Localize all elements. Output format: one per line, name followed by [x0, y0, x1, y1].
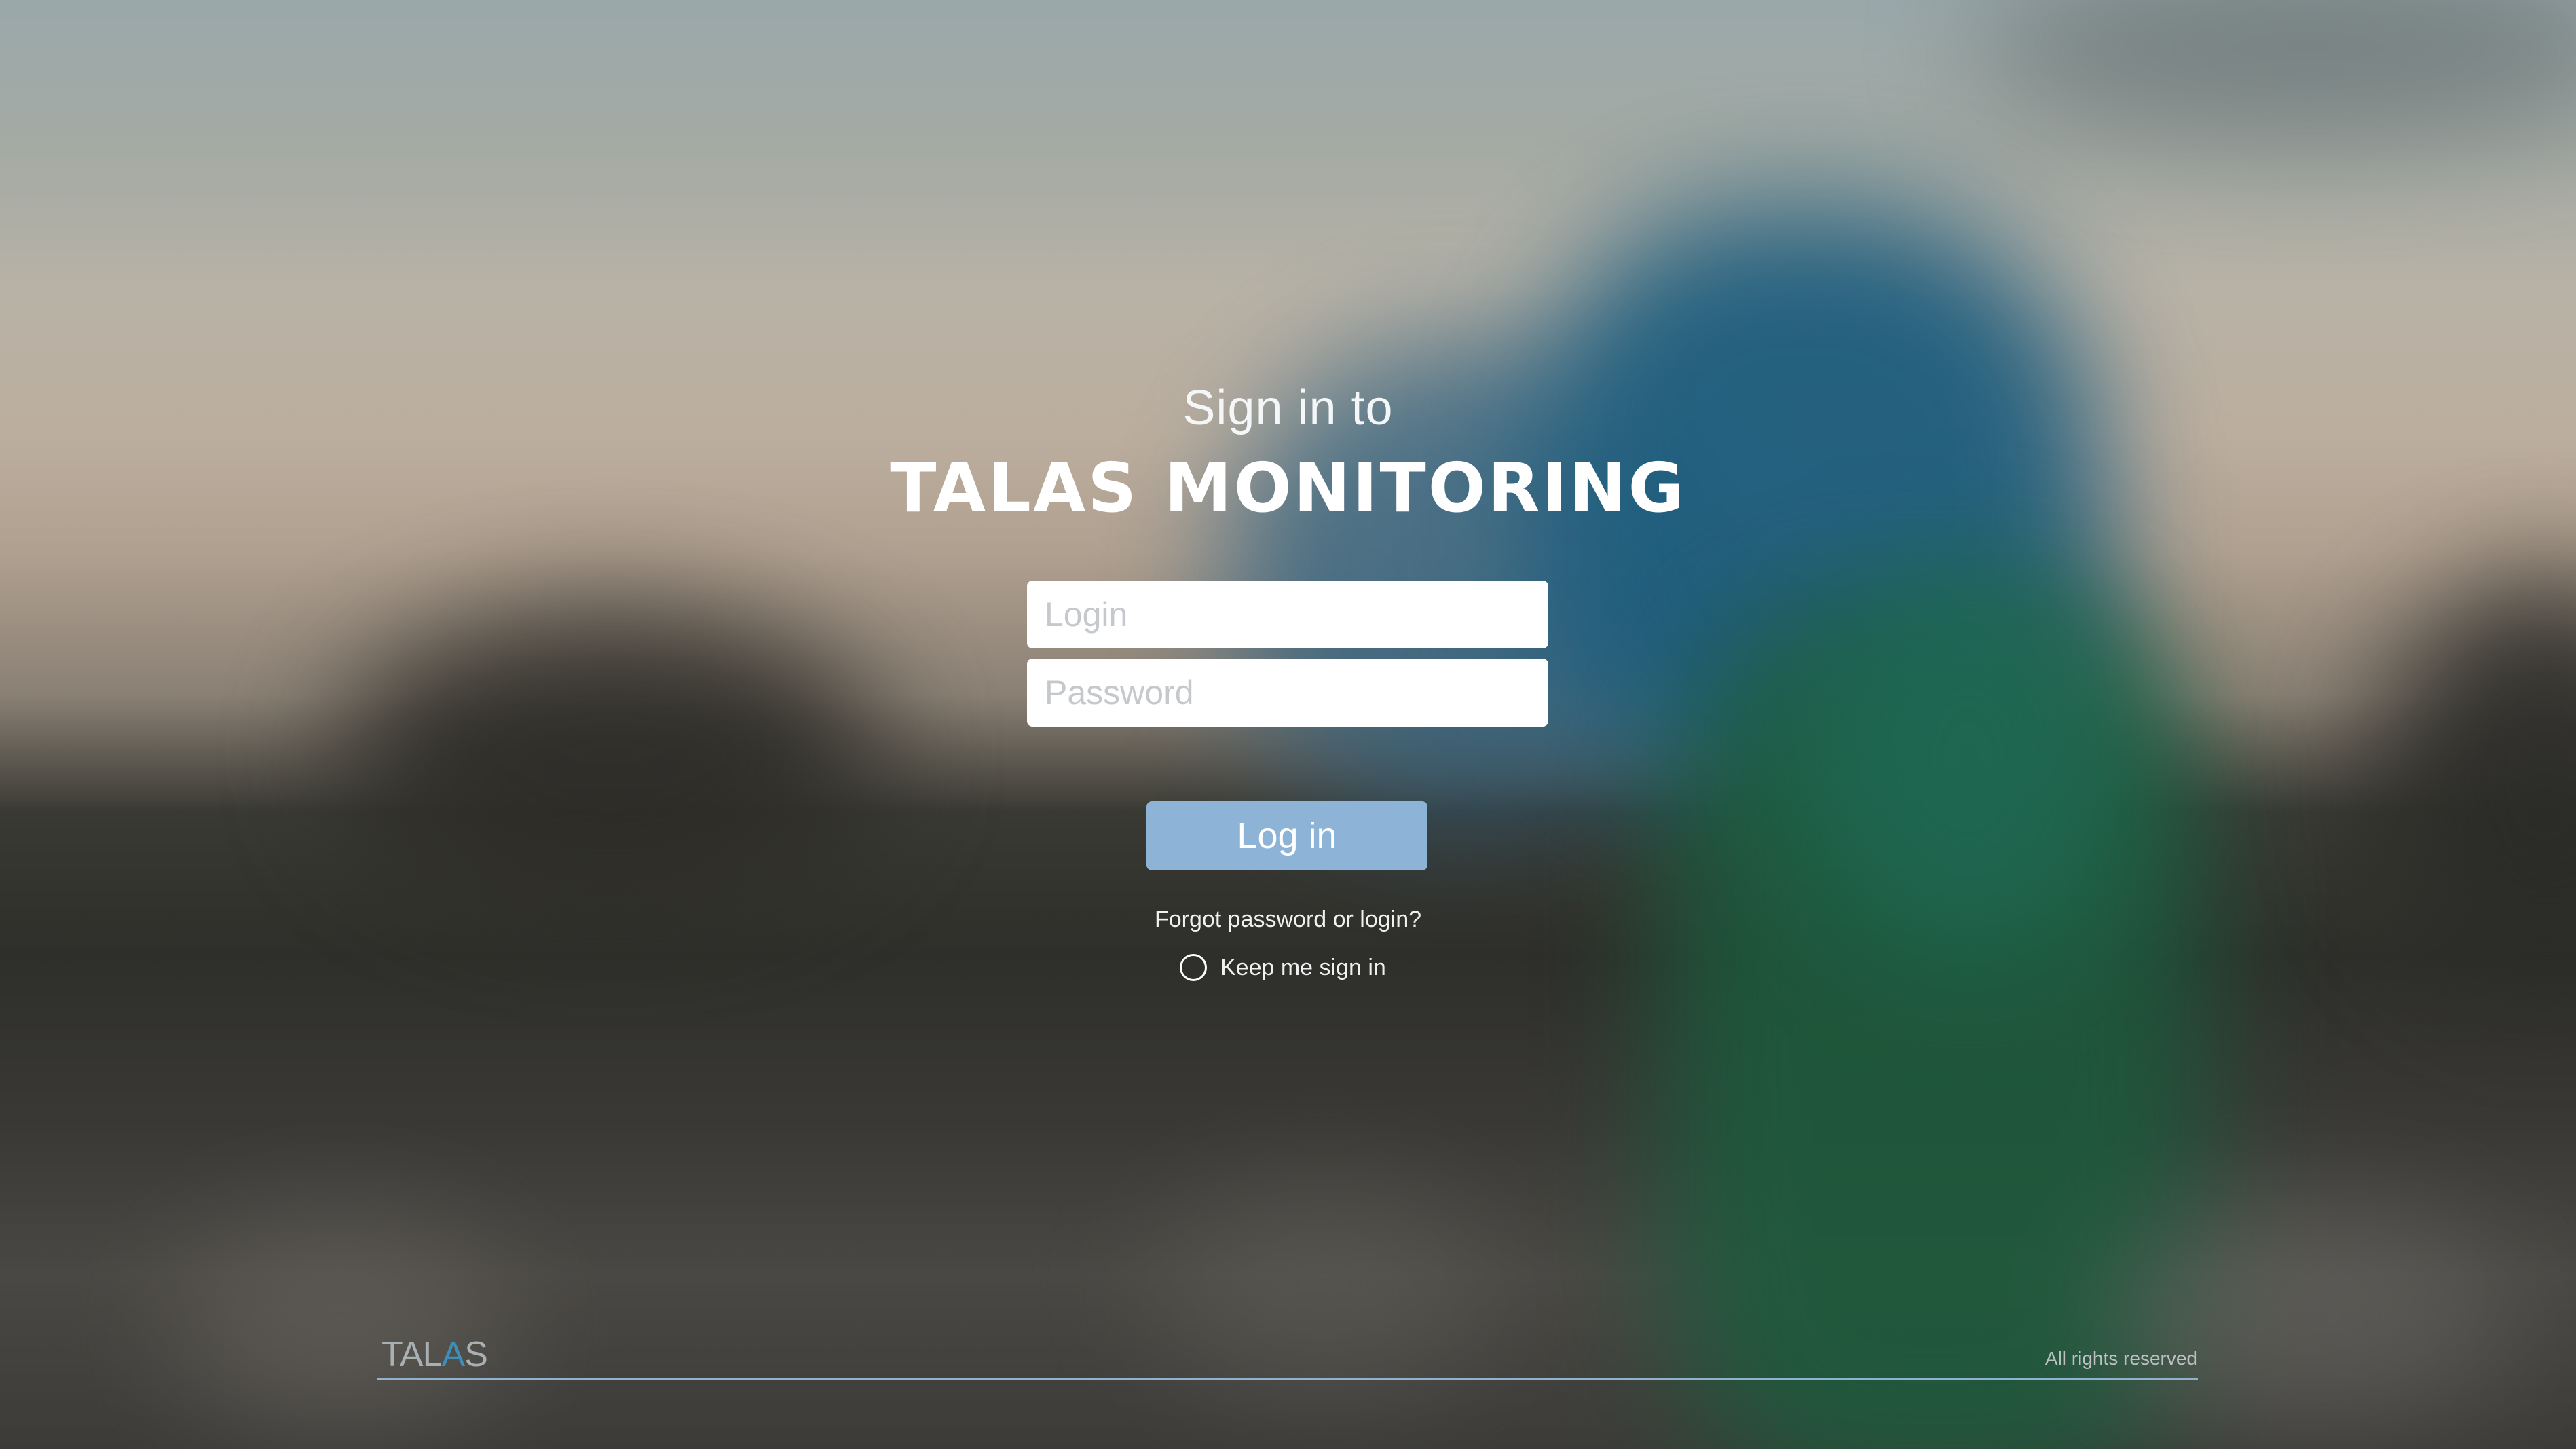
login-page: Sign in to TALAS MONITORING Log in Forgo… [0, 0, 2576, 1449]
keep-signed-in-label: Keep me sign in [1220, 954, 1386, 980]
footer-divider [377, 1378, 2198, 1380]
footer-rights: All rights reserved [2045, 1348, 2197, 1369]
forgot-password-link[interactable]: Forgot password or login? [0, 906, 2576, 933]
radio-circle-icon[interactable] [1180, 954, 1207, 981]
footer-logo: TALAS [381, 1334, 488, 1375]
keep-signed-in-toggle[interactable]: Keep me sign in [1180, 951, 1386, 985]
password-input[interactable] [1027, 659, 1548, 727]
footer-logo-text-end: S [464, 1335, 488, 1374]
background-blur-shape [1968, 0, 2576, 136]
login-button[interactable]: Log in [1146, 801, 1427, 870]
background-blur-shape [1799, 557, 2138, 964]
footer-logo-text: TAL [381, 1335, 443, 1374]
login-input[interactable] [1027, 581, 1548, 648]
background-blur-shape [2104, 1209, 2512, 1426]
footer-logo-accent: A [441, 1335, 466, 1374]
background-blur-shape [170, 1222, 509, 1426]
background-blur-shape [1154, 1188, 1493, 1392]
app-title: TALAS MONITORING [890, 448, 1686, 528]
background-blur-shape [339, 611, 882, 896]
sign-in-subtitle: Sign in to [1182, 381, 1394, 435]
